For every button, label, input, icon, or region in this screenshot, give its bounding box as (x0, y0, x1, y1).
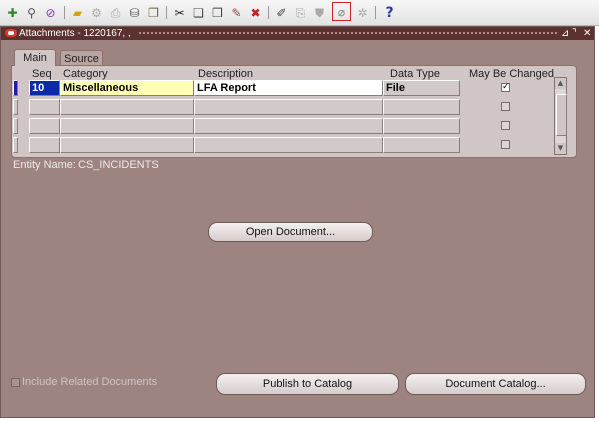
category-header: Category (63, 68, 108, 80)
entity-name-value: CS_INCIDENTS (78, 159, 159, 171)
description-field[interactable] (194, 99, 383, 115)
document-catalog-button[interactable]: Document Catalog... (405, 373, 586, 395)
copy-icon[interactable]: ❏ (190, 4, 207, 21)
open-document-button[interactable]: Open Document... (208, 222, 373, 242)
seq-field[interactable] (29, 137, 60, 153)
tab-source[interactable]: Source (60, 50, 103, 66)
clear-record-icon[interactable]: ✎ (228, 4, 245, 21)
attachments-grid-panel: Seq Category Description Data Type May B… (11, 65, 577, 158)
record-indicator[interactable] (13, 118, 18, 134)
delete-record-icon[interactable]: ✖ (247, 4, 264, 21)
category-field[interactable] (60, 137, 194, 153)
restore-icon[interactable]: ⊿ (561, 27, 569, 40)
edit-field-icon[interactable]: ✐ (273, 4, 290, 21)
new-record-icon[interactable]: ✚ (4, 4, 21, 21)
folder-tools-icon: ✲ (357, 5, 368, 20)
description-header: Description (198, 68, 254, 80)
may-be-changed-checkbox[interactable] (501, 102, 510, 111)
folder-icon[interactable]: ❐ (145, 4, 162, 21)
toolbar-separator (375, 6, 376, 19)
category-field[interactable] (60, 118, 194, 134)
may-be-changed-header: May Be Changed (469, 68, 554, 80)
translations-icon: ⛊ (314, 5, 324, 20)
seq-header: Seq (32, 68, 52, 80)
may-be-changed-checkbox[interactable] (501, 140, 510, 149)
record-indicator[interactable] (13, 80, 18, 96)
attachments-icon[interactable]: ⌀ (332, 2, 351, 21)
main-toolbar: ✚ ⚲ ⊘ ▰ ⚙ ⎙ ⛁ ❐ ✂ ❏ ❒ ✎ ✖ ✐ ⎘ ⛊ ⌀ ✲ ? (0, 0, 599, 26)
data-type-header: Data Type (390, 68, 440, 80)
data-type-field[interactable] (383, 99, 460, 115)
record-indicator[interactable] (13, 137, 18, 153)
data-type-field[interactable]: File (383, 80, 460, 96)
tab-main[interactable]: Main (14, 49, 56, 66)
find-icon[interactable]: ⚲ (23, 4, 40, 21)
maximize-icon[interactable]: ⌝ (572, 27, 577, 40)
category-field[interactable] (60, 99, 194, 115)
record-indicator[interactable] (13, 99, 18, 115)
grid-scrollbar[interactable]: ▲ ▼ (554, 77, 567, 155)
seq-field[interactable]: 10 (29, 80, 60, 96)
zoom-icon: ⎘ (295, 5, 306, 20)
help-icon[interactable]: ? (381, 4, 398, 21)
close-icon[interactable]: ✕ (583, 27, 591, 40)
include-related-documents-label: Include Related Documents (22, 376, 158, 388)
may-be-changed-checkbox[interactable] (501, 121, 510, 130)
include-related-documents-checkbox[interactable] (11, 378, 20, 387)
category-field[interactable]: Miscellaneous (60, 80, 194, 96)
toolbar-separator (268, 6, 269, 19)
switch-responsibility-icon: ⚙ (91, 5, 102, 20)
seq-field[interactable] (29, 118, 60, 134)
cut-icon[interactable]: ✂ (171, 4, 188, 21)
window-title-bar: Attachments - 1220167, , ⊿ ⌝ ✕ (1, 27, 594, 40)
title-bar-grip (138, 31, 558, 36)
paste-icon[interactable]: ❒ (209, 4, 226, 21)
entity-name-label: Entity Name: (13, 159, 76, 171)
navigator-icon[interactable]: ⊘ (42, 4, 59, 21)
toolbar-separator (166, 6, 167, 19)
close-form-icon[interactable]: ⛁ (126, 4, 143, 21)
publish-to-catalog-button[interactable]: Publish to Catalog (216, 373, 399, 395)
data-type-field[interactable] (383, 137, 460, 153)
scroll-up-icon[interactable]: ▲ (555, 78, 566, 89)
data-type-field[interactable] (383, 118, 460, 134)
scroll-down-icon[interactable]: ▼ (555, 143, 566, 154)
oracle-logo-icon (5, 29, 17, 37)
may-be-changed-checkbox[interactable]: ✓ (501, 83, 510, 92)
attachments-window: Attachments - 1220167, , ⊿ ⌝ ✕ Main Sour… (0, 26, 595, 418)
description-field[interactable]: LFA Report (194, 80, 383, 96)
description-field[interactable] (194, 137, 383, 153)
seq-field[interactable] (29, 99, 60, 115)
scrollbar-thumb[interactable] (556, 94, 567, 136)
toolbar-separator (64, 6, 65, 19)
print-icon: ⎙ (110, 5, 121, 20)
window-title: Attachments - 1220167, , (19, 28, 131, 39)
description-field[interactable] (194, 118, 383, 134)
save-icon[interactable]: ▰ (69, 4, 86, 21)
